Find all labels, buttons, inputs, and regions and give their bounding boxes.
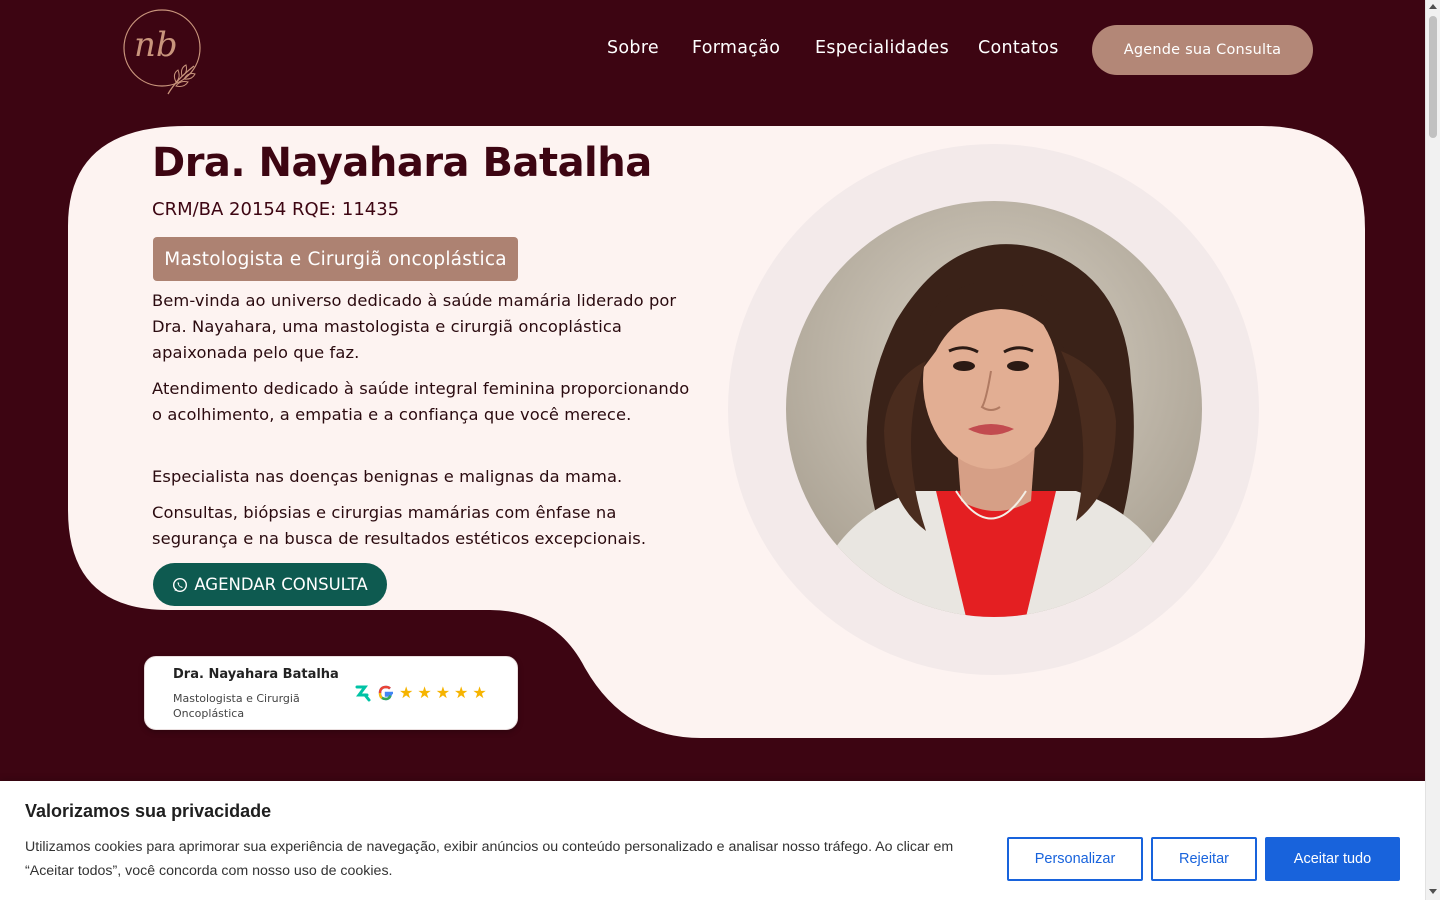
cookie-customize-button[interactable]: Personalizar [1007, 837, 1143, 881]
care-paragraph: Atendimento dedicado à saúde integral fe… [152, 379, 690, 424]
cookie-banner: Valorizamos sua privacidade Utilizamos c… [0, 781, 1425, 900]
schedule-consultation-button[interactable]: Agende sua Consulta [1092, 25, 1313, 75]
nav-sobre[interactable]: Sobre [607, 38, 659, 58]
cookie-title: Valorizamos sua privacidade [25, 801, 272, 821]
logo-text: nb [134, 25, 178, 65]
services-paragraph: Consultas, biópsias e cirurgias mamárias… [152, 503, 647, 548]
page-scrollbar[interactable] [1425, 0, 1440, 900]
scroll-thumb[interactable] [1429, 16, 1437, 138]
scroll-down-icon[interactable] [1429, 889, 1437, 894]
intro-paragraph: Bem-vinda ao universo dedicado à saúde m… [152, 291, 677, 362]
cookie-reject-button[interactable]: Rejeitar [1151, 837, 1257, 881]
review-card[interactable]: Dra. Nayahara Batalha Mastologista e Cir… [144, 656, 518, 730]
cookie-text: Utilizamos cookies para aprimorar sua ex… [25, 839, 954, 879]
whatsapp-schedule-label: AGENDAR CONSULTA [194, 575, 368, 594]
star-icon: ★ [417, 683, 432, 702]
nav-formacao[interactable]: Formação [692, 38, 780, 58]
review-doctor-name: Dra. Nayahara Batalha [173, 667, 339, 682]
cookie-accept-button[interactable]: Aceitar tudo [1265, 837, 1400, 881]
star-icon: ★ [454, 683, 469, 702]
review-rating: ★ ★ ★ ★ ★ [353, 683, 487, 703]
page-title: Dra. Nayahara Batalha [152, 140, 652, 186]
scroll-up-icon[interactable] [1429, 4, 1437, 9]
nav-contatos[interactable]: Contatos [978, 38, 1059, 58]
nav-especialidades[interactable]: Especialidades [815, 38, 949, 58]
whatsapp-icon [173, 577, 188, 592]
specialty-badge: Mastologista e Cirurgiã oncoplástica [153, 237, 518, 281]
star-icon: ★ [435, 683, 451, 702]
doctoralia-icon [355, 685, 371, 702]
whatsapp-schedule-button[interactable]: AGENDAR CONSULTA [153, 563, 387, 606]
star-icon: ★ [472, 683, 487, 702]
star-icon: ★ [399, 683, 414, 702]
logo[interactable]: nb [118, 2, 210, 98]
specialist-paragraph: Especialista nas doenças benignas e mali… [152, 467, 623, 486]
review-doctor-specialty: Mastologista e Cirurgiã Oncoplástica [173, 692, 300, 720]
crm-registration: CRM/BA 20154 RQE: 11435 [152, 199, 400, 220]
doctor-portrait [786, 201, 1202, 617]
google-icon [378, 685, 393, 701]
